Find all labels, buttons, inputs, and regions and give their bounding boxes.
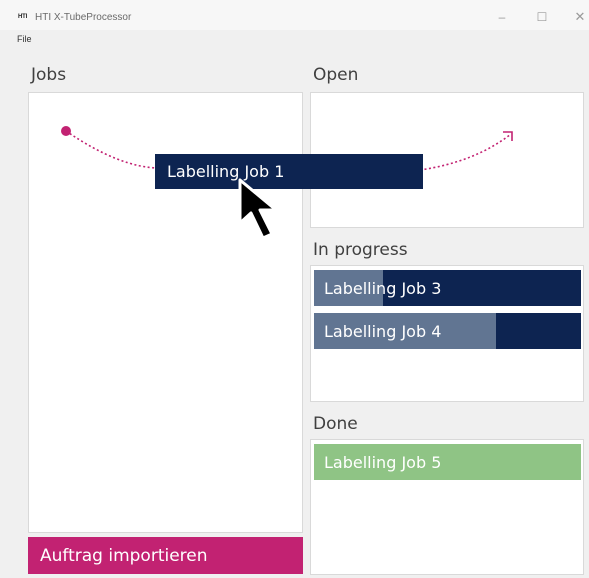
done-heading: Done [313,414,358,434]
import-job-button[interactable]: Auftrag importieren [28,537,303,574]
close-button[interactable]: ✕ [570,9,589,25]
in-progress-heading: In progress [313,240,408,260]
jobs-heading: Jobs [31,65,67,85]
app-logo: HTI [18,14,28,20]
menu-bar [0,30,589,46]
menu-file[interactable]: File [17,34,32,44]
minimize-button[interactable]: – [492,9,512,25]
mouse-pointer-icon [238,178,278,240]
window-titlebar: HTI HTI X-TubeProcessor – ☐ ✕ [0,0,589,30]
window-title: HTI X-TubeProcessor [35,12,132,23]
done-job-item[interactable]: Labelling Job 5 [314,444,581,480]
job-label: Labelling Job 4 [324,321,442,341]
open-heading: Open [313,65,359,85]
in-progress-job-item[interactable]: Labelling Job 4 [314,313,581,349]
job-label: Labelling Job 5 [324,452,442,472]
job-label: Labelling Job 3 [324,278,442,298]
dragging-job-item[interactable]: Labelling Job 1 [155,154,423,189]
in-progress-job-item[interactable]: Labelling Job 3 [314,270,581,306]
maximize-button[interactable]: ☐ [532,9,552,25]
